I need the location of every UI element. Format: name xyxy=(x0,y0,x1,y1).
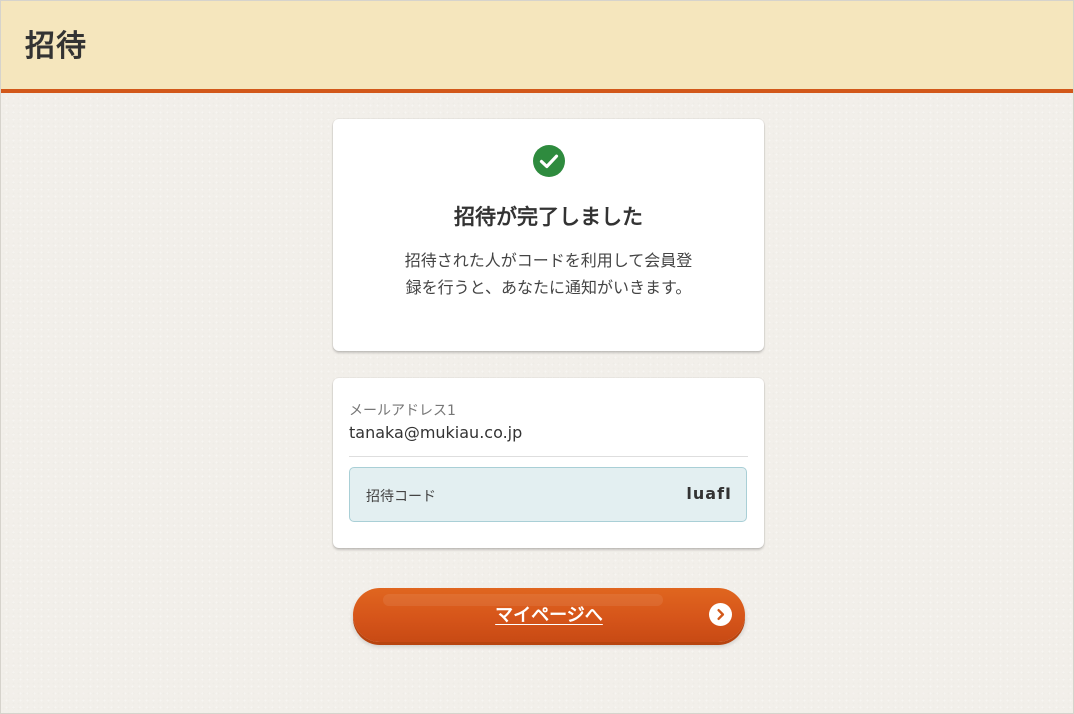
page-title: 招待 xyxy=(25,29,87,64)
chevron-right-circle-icon xyxy=(709,603,732,626)
invite-code-value: luafI xyxy=(686,484,732,503)
email-label: メールアドレス1 xyxy=(349,403,456,419)
invite-details-card: メールアドレス1 tanaka@mukiau.co.jp 招待コード luafI xyxy=(333,378,764,548)
page-header: 招待 xyxy=(1,1,1073,93)
completion-card: 招待が完了しました 招待された人がコードを利用して会員登録を行うと、あなたに通知… xyxy=(333,119,764,351)
mypage-button-label: マイページへ xyxy=(495,605,603,626)
completion-message: 招待された人がコードを利用して会員登録を行うと、あなたに通知がいきます。 xyxy=(404,251,693,297)
invite-code-label: 招待コード xyxy=(366,489,436,505)
completion-title: 招待が完了しました xyxy=(454,205,643,229)
invite-code-box: 招待コード luafI xyxy=(349,467,747,522)
mypage-button[interactable]: マイページへ xyxy=(353,588,745,642)
check-circle-icon xyxy=(533,145,565,177)
email-value: tanaka@mukiau.co.jp xyxy=(349,423,523,442)
page: 招待 招待が完了しました 招待された人がコードを利用して会員登録を行うと、あなた… xyxy=(0,0,1074,714)
divider xyxy=(349,456,748,457)
